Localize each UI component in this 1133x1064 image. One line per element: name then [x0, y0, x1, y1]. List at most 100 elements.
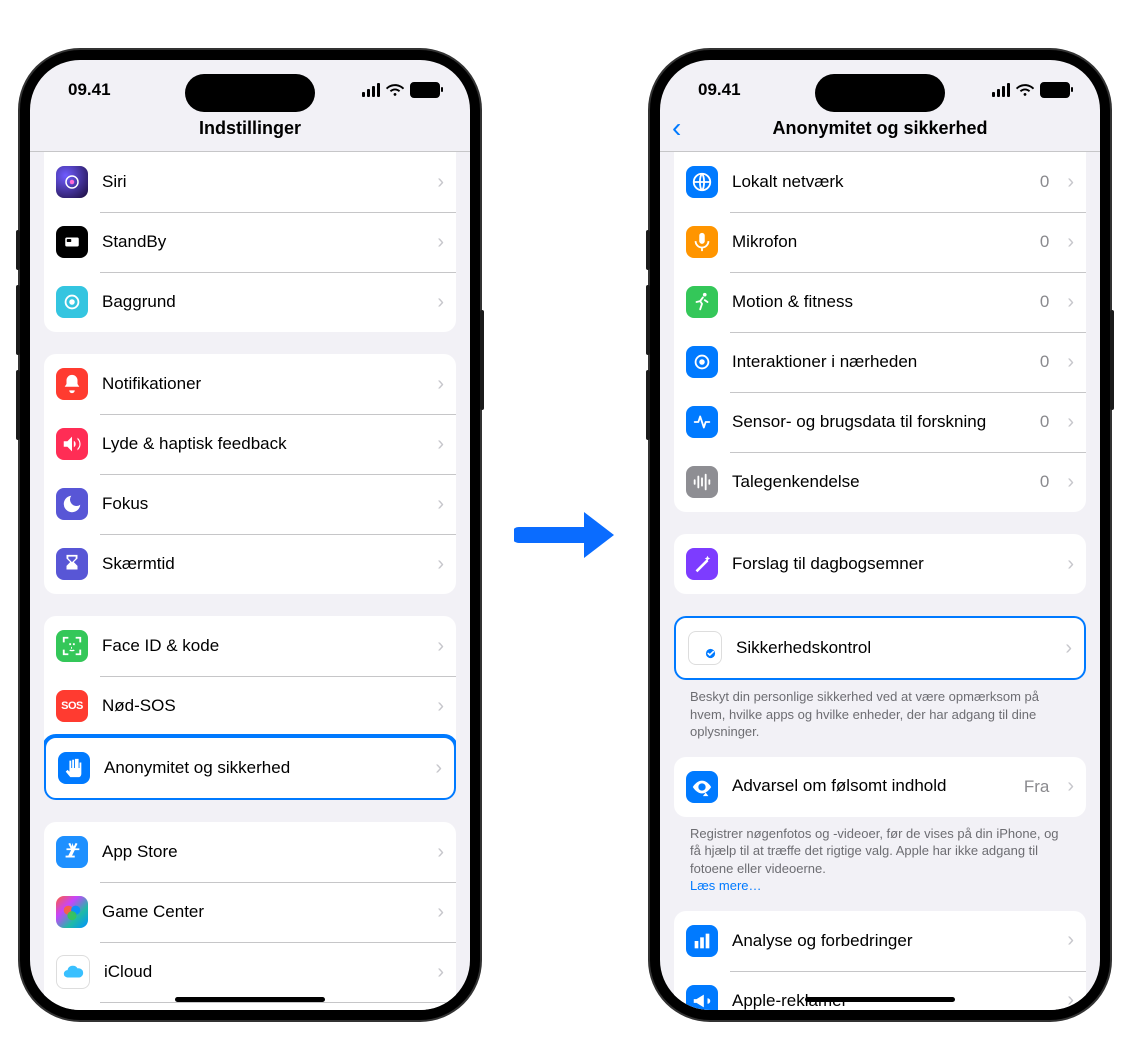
- row-label: Talegenkendelse: [732, 472, 1026, 492]
- arrow-indicator: [514, 500, 624, 570]
- chevron-right-icon: ›: [1067, 775, 1074, 798]
- battery-icon: [1040, 82, 1070, 98]
- row-gamecenter[interactable]: Game Center ›: [44, 882, 456, 942]
- row-label: Skærmtid: [102, 554, 423, 574]
- row-label: StandBy: [102, 232, 423, 252]
- row-focus[interactable]: Fokus ›: [44, 474, 456, 534]
- row-trail: 0: [1040, 412, 1049, 432]
- chevron-right-icon: ›: [437, 433, 444, 456]
- eye-warning-icon: [686, 771, 718, 803]
- page-title: Anonymitet og sikkerhed: [772, 118, 987, 138]
- home-indicator: [805, 997, 955, 1002]
- row-label: Baggrund: [102, 292, 423, 312]
- signal-icon: [362, 83, 380, 97]
- chevron-right-icon: ›: [1067, 929, 1074, 952]
- row-label: Game Center: [102, 902, 423, 922]
- nav-bar: ‹ Anonymitet og sikkerhed: [660, 108, 1100, 152]
- chevron-right-icon: ›: [437, 231, 444, 254]
- nearby-icon: [686, 346, 718, 378]
- row-speech[interactable]: Talegenkendelse 0 ›: [674, 452, 1086, 512]
- row-label: Notifikationer: [102, 374, 423, 394]
- running-icon: [686, 286, 718, 318]
- row-label: Siri: [102, 172, 423, 192]
- gamecenter-icon: [56, 896, 88, 928]
- row-label: iCloud: [104, 962, 423, 982]
- appstore-icon: [56, 836, 88, 868]
- chevron-right-icon: ›: [1067, 351, 1074, 374]
- row-safety-check[interactable]: Sikkerhedskontrol ›: [674, 616, 1086, 680]
- home-indicator: [175, 997, 325, 1002]
- chevron-right-icon: ›: [1067, 471, 1074, 494]
- row-sensitive-content[interactable]: Advarsel om følsomt indhold Fra ›: [674, 757, 1086, 817]
- status-time: 09.41: [68, 80, 111, 100]
- row-microphone[interactable]: Mikrofon 0 ›: [674, 212, 1086, 272]
- learn-more-link[interactable]: Læs mere…: [690, 878, 762, 893]
- row-motion[interactable]: Motion & fitness 0 ›: [674, 272, 1086, 332]
- row-apple-ads[interactable]: Apple-reklamer ›: [674, 971, 1086, 1010]
- sos-icon: SOS: [56, 690, 88, 722]
- chevron-right-icon: ›: [1067, 231, 1074, 254]
- row-label: App Store: [102, 842, 423, 862]
- chevron-right-icon: ›: [1067, 411, 1074, 434]
- row-analytics[interactable]: Analyse og forbedringer ›: [674, 911, 1086, 971]
- row-screentime[interactable]: Skærmtid ›: [44, 534, 456, 594]
- row-label: Face ID & kode: [102, 636, 423, 656]
- row-faceid[interactable]: Face ID & kode ›: [44, 616, 456, 676]
- wifi-icon: [386, 83, 404, 97]
- chevron-right-icon: ›: [437, 171, 444, 194]
- hourglass-icon: [56, 548, 88, 580]
- moon-icon: [56, 488, 88, 520]
- row-wallet[interactable]: Wallet & Apple Pay ›: [44, 1002, 456, 1010]
- row-icloud[interactable]: iCloud ›: [44, 942, 456, 1002]
- settings-group-2: Notifikationer › Lyde & haptisk feedback…: [44, 354, 456, 594]
- row-label: Interaktioner i nærheden: [732, 352, 1026, 372]
- row-trail: Fra: [1024, 777, 1050, 797]
- chevron-right-icon: ›: [1067, 291, 1074, 314]
- siri-icon: [56, 166, 88, 198]
- row-local-network[interactable]: Lokalt netværk 0 ›: [674, 152, 1086, 212]
- row-label: Fokus: [102, 494, 423, 514]
- standby-icon: [56, 226, 88, 258]
- row-label: Sikkerhedskontrol: [736, 638, 1051, 658]
- row-label: Motion & fitness: [732, 292, 1026, 312]
- wallpaper-icon: [56, 286, 88, 318]
- row-label: Lokalt netværk: [732, 172, 1026, 192]
- row-notifications[interactable]: Notifikationer ›: [44, 354, 456, 414]
- person-check-icon: [688, 631, 722, 665]
- row-trail: 0: [1040, 172, 1049, 192]
- privacy-group-suggest: Forslag til dagbogsemner ›: [674, 534, 1086, 594]
- back-button[interactable]: ‹: [672, 116, 681, 140]
- row-sensor[interactable]: Sensor- og brugsdata til forskning 0 ›: [674, 392, 1086, 452]
- status-time: 09.41: [698, 80, 741, 100]
- speaker-icon: [56, 428, 88, 460]
- dynamic-island: [815, 74, 945, 112]
- bell-icon: [56, 368, 88, 400]
- row-standby[interactable]: StandBy ›: [44, 212, 456, 272]
- faceid-icon: [56, 630, 88, 662]
- phone-left: 09.41 Indstillinger Siri › StandBy ›: [20, 50, 480, 1020]
- settings-group-1: Siri › StandBy › Baggrund ›: [44, 152, 456, 332]
- sensitive-footer-text: Registrer nøgenfotos og -videoer, før de…: [690, 826, 1059, 876]
- chevron-right-icon: ›: [437, 841, 444, 864]
- settings-scroll[interactable]: Siri › StandBy › Baggrund › Notifikati: [30, 152, 470, 1010]
- row-sounds[interactable]: Lyde & haptisk feedback ›: [44, 414, 456, 474]
- row-nearby[interactable]: Interaktioner i nærheden 0 ›: [674, 332, 1086, 392]
- row-appstore[interactable]: App Store ›: [44, 822, 456, 882]
- battery-icon: [410, 82, 440, 98]
- row-label: Sensor- og brugsdata til forskning: [732, 412, 1026, 432]
- safety-footer: Beskyt din personlige sikkerhed ved at v…: [674, 680, 1086, 741]
- privacy-group-sensitive: Advarsel om følsomt indhold Fra ›: [674, 757, 1086, 817]
- privacy-scroll[interactable]: Lokalt netværk 0 › Mikrofon 0 › Motion &…: [660, 152, 1100, 1010]
- row-label: Lyde & haptisk feedback: [102, 434, 423, 454]
- dynamic-island: [185, 74, 315, 112]
- row-sos[interactable]: SOS Nød-SOS ›: [44, 676, 456, 736]
- row-journal-suggest[interactable]: Forslag til dagbogsemner ›: [674, 534, 1086, 594]
- chevron-right-icon: ›: [437, 493, 444, 516]
- chevron-right-icon: ›: [437, 695, 444, 718]
- row-privacy[interactable]: Anonymitet og sikkerhed ›: [44, 734, 456, 800]
- row-siri[interactable]: Siri ›: [44, 152, 456, 212]
- settings-group-3: Face ID & kode › SOS Nød-SOS › Anonymite…: [44, 616, 456, 800]
- row-wallpaper[interactable]: Baggrund ›: [44, 272, 456, 332]
- chevron-right-icon: ›: [1067, 171, 1074, 194]
- wifi-icon: [1016, 83, 1034, 97]
